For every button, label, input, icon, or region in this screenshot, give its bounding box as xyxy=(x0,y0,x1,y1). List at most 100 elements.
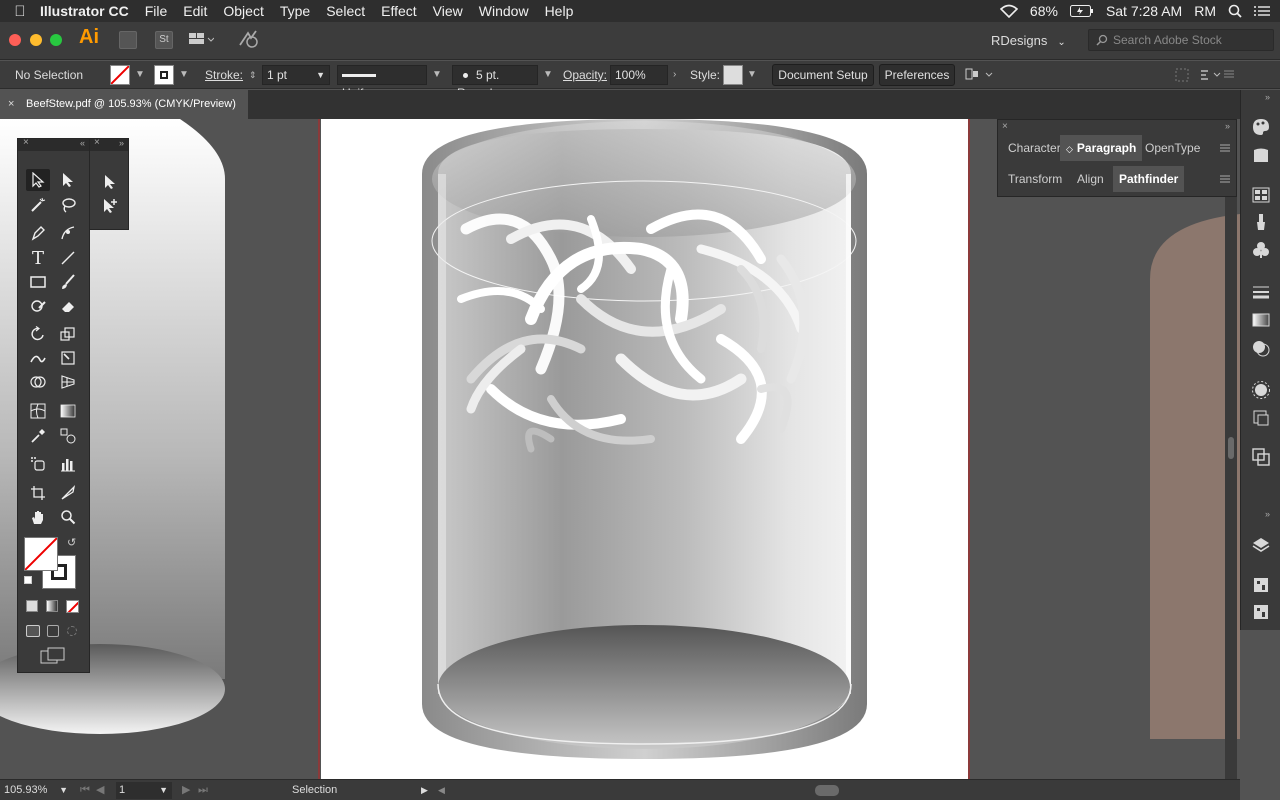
stroke-stepper-icon[interactable]: ⇕ xyxy=(249,61,257,89)
close-icon[interactable]: × xyxy=(23,137,29,148)
window-close-button[interactable] xyxy=(9,34,21,46)
column-graph-tool[interactable] xyxy=(56,453,80,475)
next-artboard-icon[interactable]: ▶ xyxy=(182,782,190,799)
hand-tool[interactable] xyxy=(26,506,50,528)
status-menu-arrow-icon[interactable]: ▶ xyxy=(421,782,428,799)
panel-menu-icon[interactable] xyxy=(1220,174,1230,184)
direct-selection-tool[interactable] xyxy=(56,169,80,191)
screen-mode-icon[interactable] xyxy=(40,647,66,665)
zoom-tool[interactable] xyxy=(56,506,80,528)
tab-character[interactable]: Character xyxy=(1002,135,1067,161)
stock-icon[interactable]: St xyxy=(155,31,173,49)
slice-tool[interactable] xyxy=(56,482,80,504)
menu-select[interactable]: Select xyxy=(326,3,365,19)
adobe-stock-search-input[interactable]: Search Adobe Stock xyxy=(1088,29,1274,51)
flyout-header[interactable]: × » xyxy=(90,137,128,151)
appearance-icon[interactable] xyxy=(1251,380,1271,400)
close-icon[interactable]: × xyxy=(1002,121,1008,132)
group-selection-tool[interactable] xyxy=(98,195,122,217)
wifi-icon[interactable] xyxy=(999,4,1018,18)
user-initials[interactable]: RM xyxy=(1194,3,1216,19)
opacity-arrow-icon[interactable]: › xyxy=(673,61,676,89)
artboard-number-field[interactable]: 1 ▼ xyxy=(116,782,172,799)
window-zoom-button[interactable] xyxy=(50,34,62,46)
tab-align[interactable]: Align xyxy=(1071,166,1110,192)
perspective-grid-tool[interactable] xyxy=(56,371,80,393)
shape-builder-tool[interactable] xyxy=(26,371,50,393)
gradient-tool[interactable] xyxy=(56,400,80,422)
align-options-icon[interactable] xyxy=(964,67,994,83)
last-artboard-icon[interactable]: ⏭ xyxy=(198,782,208,799)
transparency-icon[interactable] xyxy=(1251,338,1271,358)
current-tool-status[interactable]: Selection xyxy=(292,782,337,799)
arrange-documents-icon[interactable] xyxy=(188,31,214,47)
artboards-panel-icon[interactable] xyxy=(1251,602,1271,622)
mesh-tool[interactable] xyxy=(26,400,50,422)
workspace-switcher[interactable]: RDesigns ⌄ xyxy=(985,29,1075,53)
draw-inside-icon[interactable] xyxy=(67,626,77,636)
width-tool[interactable] xyxy=(26,347,50,369)
window-minimize-button[interactable] xyxy=(30,34,42,46)
tools-panel-header[interactable]: × « xyxy=(18,137,89,151)
line-segment-tool[interactable] xyxy=(56,247,80,269)
symbol-sprayer-tool[interactable] xyxy=(26,453,50,475)
menu-edit[interactable]: Edit xyxy=(183,3,207,19)
first-artboard-icon[interactable]: ⏮ xyxy=(80,782,90,799)
magic-wand-tool[interactable] xyxy=(26,194,50,216)
control-menu-icon[interactable] xyxy=(1200,68,1222,82)
curvature-tool[interactable] xyxy=(56,222,80,244)
profile-chevron-icon[interactable]: ▼ xyxy=(432,61,442,89)
brush-definition[interactable]: 5 pt. Round xyxy=(452,65,538,100)
eraser-tool[interactable] xyxy=(56,295,80,317)
preferences-button[interactable]: Preferences xyxy=(879,64,955,86)
menu-view[interactable]: View xyxy=(433,3,463,19)
variable-width-profile[interactable]: Uniform xyxy=(337,65,427,100)
menu-object[interactable]: Object xyxy=(223,3,263,19)
previous-artboard-icon[interactable]: ◀ xyxy=(96,782,104,799)
bridge-icon[interactable] xyxy=(119,31,137,49)
opacity-field[interactable]: 100% xyxy=(610,65,668,85)
menu-effect[interactable]: Effect xyxy=(381,3,417,19)
menu-help[interactable]: Help xyxy=(545,3,574,19)
notification-center-icon[interactable] xyxy=(1254,5,1270,17)
eyedropper-tool[interactable] xyxy=(26,425,50,447)
stroke-weight-field[interactable]: 1 pt ▼ xyxy=(262,65,330,85)
pathfinder-icon[interactable] xyxy=(1251,447,1271,467)
fill-color-well[interactable] xyxy=(24,537,58,571)
zoom-level-field[interactable]: 105.93% ▼ xyxy=(4,782,70,799)
stroke-panel-icon[interactable] xyxy=(1251,282,1271,302)
document-setup-button[interactable]: Document Setup xyxy=(772,64,874,86)
apple-menu-icon[interactable]:  xyxy=(0,3,40,20)
default-fill-stroke-icon[interactable] xyxy=(24,576,32,584)
blend-tool[interactable] xyxy=(56,425,80,447)
artboard-tool[interactable] xyxy=(26,482,50,504)
opacity-label[interactable]: Opacity: xyxy=(563,61,607,89)
tab-pathfinder[interactable]: Pathfinder xyxy=(1113,166,1185,192)
close-icon[interactable]: × xyxy=(8,90,14,119)
panel-menu-icon[interactable] xyxy=(1220,143,1230,153)
menu-window[interactable]: Window xyxy=(479,3,529,19)
panel-menu-icon[interactable] xyxy=(1224,69,1234,79)
swatches-icon[interactable] xyxy=(1251,185,1271,205)
brushes-icon[interactable] xyxy=(1251,212,1271,232)
pen-tool[interactable] xyxy=(26,222,50,244)
style-chevron-icon[interactable]: ▼ xyxy=(747,61,757,89)
menu-type[interactable]: Type xyxy=(280,3,310,19)
color-guide-icon[interactable] xyxy=(1251,145,1271,165)
transform-icon[interactable] xyxy=(1175,68,1189,82)
artboard[interactable] xyxy=(321,119,968,779)
gpu-performance-icon[interactable] xyxy=(238,29,260,49)
menu-app-name[interactable]: Illustrator CC xyxy=(40,3,129,19)
color-icon[interactable] xyxy=(1251,117,1271,137)
fill-dropdown-chevron-icon[interactable]: ▼ xyxy=(135,61,145,89)
menu-file[interactable]: File xyxy=(145,3,168,19)
vertical-scrollbar[interactable] xyxy=(1225,197,1237,779)
collapse-icon[interactable]: » xyxy=(119,138,124,148)
tab-transform[interactable]: Transform xyxy=(1002,166,1068,192)
horizontal-scrollbar[interactable] xyxy=(450,784,1220,797)
brush-chevron-icon[interactable]: ▼ xyxy=(543,61,553,89)
stroke-label[interactable]: Stroke: xyxy=(205,61,243,89)
rectangle-tool[interactable] xyxy=(26,271,50,293)
none-mode-button[interactable] xyxy=(66,600,79,613)
rotate-tool[interactable] xyxy=(26,323,50,345)
